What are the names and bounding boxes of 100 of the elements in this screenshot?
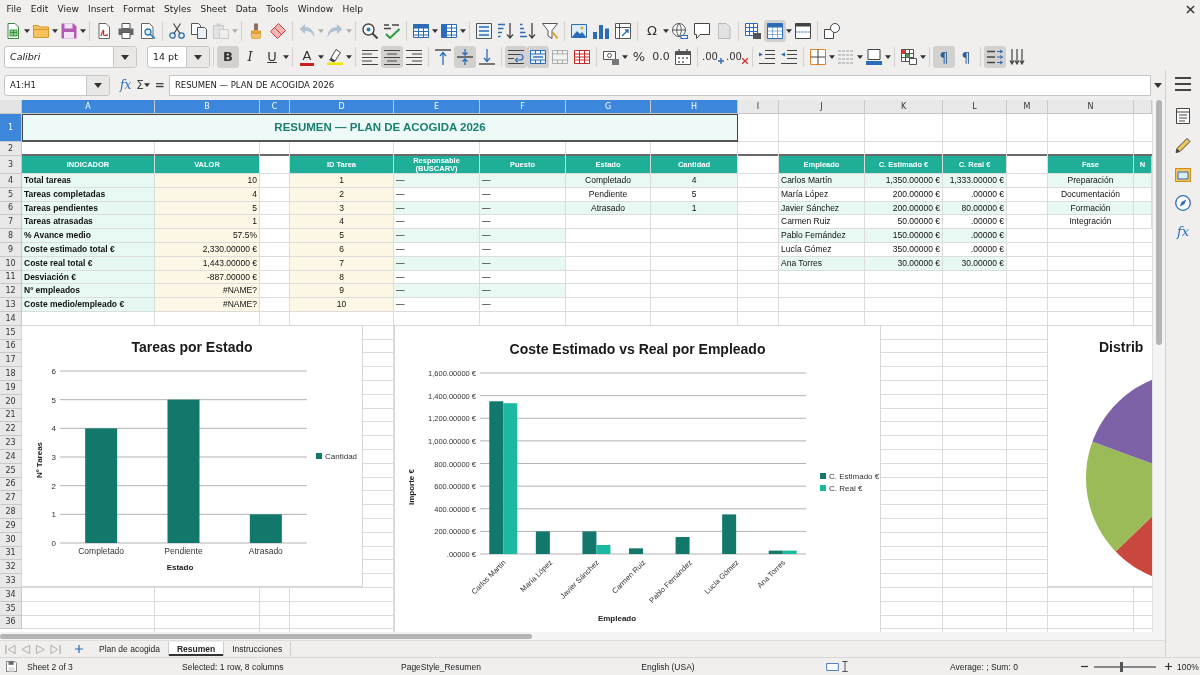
borders-icon[interactable] — [810, 49, 826, 65]
sheet-tab[interactable]: Resumen — [168, 642, 225, 656]
font-size-field[interactable]: 14 pt — [147, 46, 210, 68]
zoom-slider-thumb[interactable] — [1120, 661, 1124, 672]
number-format-button[interactable]: 0.0 — [650, 46, 672, 68]
scrollbar-thumb[interactable] — [0, 633, 532, 639]
caret-icon[interactable] — [143, 83, 150, 87]
dotted-lines-icon[interactable] — [838, 49, 854, 65]
text-cursor-icon[interactable] — [842, 661, 848, 672]
menu-item[interactable]: Data — [231, 2, 262, 16]
caret-icon[interactable] — [432, 29, 438, 33]
picture-folder-icon[interactable] — [1175, 166, 1191, 182]
highlighter-icon[interactable] — [327, 49, 343, 65]
plus-icon[interactable] — [75, 645, 83, 653]
menu-icon[interactable] — [1175, 76, 1191, 92]
pivot-table-icon[interactable] — [615, 23, 631, 39]
scrollbar-thumb[interactable] — [1156, 100, 1162, 345]
document-magnifier-icon[interactable] — [140, 23, 156, 39]
caret-icon[interactable] — [283, 55, 289, 59]
checkmark-icon[interactable] — [384, 23, 400, 39]
dropdown-button[interactable] — [113, 47, 136, 67]
italic-button[interactable]: I — [239, 46, 261, 68]
globe-icon[interactable] — [672, 23, 688, 39]
dropdown-button[interactable] — [86, 75, 109, 95]
dropdown-button[interactable] — [186, 47, 209, 67]
sum-button[interactable]: Σ — [136, 78, 144, 92]
caret-icon[interactable] — [460, 29, 466, 33]
special-character-button[interactable]: Ω — [641, 20, 663, 42]
caret-icon[interactable] — [857, 55, 863, 59]
menu-item[interactable]: Sheet — [195, 2, 232, 16]
caret-icon[interactable] — [80, 29, 86, 33]
speech-bubble-icon[interactable] — [694, 23, 710, 39]
conditional-format-icon[interactable] — [901, 49, 917, 65]
shapes-icon[interactable] — [824, 23, 840, 39]
close-icon[interactable] — [1186, 4, 1195, 14]
banknote-icon[interactable] — [603, 49, 619, 65]
font-name-field[interactable]: Calibri — [4, 46, 137, 68]
caret-icon[interactable] — [885, 55, 891, 59]
zoom-percent[interactable]: 100% — [1177, 661, 1199, 672]
copy-icon[interactable] — [191, 23, 207, 39]
scissors-icon[interactable] — [169, 23, 185, 39]
caret-icon[interactable] — [622, 55, 628, 59]
language-label[interactable]: English (USA) — [641, 661, 695, 672]
funnel-icon[interactable] — [542, 23, 558, 39]
down-arrows-icon[interactable] — [1009, 49, 1025, 65]
caret-icon[interactable] — [346, 55, 352, 59]
menu-item[interactable]: View — [52, 2, 84, 16]
caret-icon[interactable] — [1154, 82, 1162, 88]
caret-icon[interactable] — [318, 55, 324, 59]
color-bar-icon[interactable] — [866, 49, 882, 65]
sort-ascending-icon[interactable] — [498, 23, 514, 39]
eraser-icon[interactable] — [270, 23, 286, 39]
sheet-tab[interactable]: Instrucciones — [224, 642, 292, 656]
percent-button[interactable]: % — [628, 46, 650, 68]
underline-button[interactable]: U — [261, 46, 283, 68]
sheet-tab[interactable]: Plan de acogida — [91, 642, 169, 656]
stacked-text-button[interactable] — [984, 46, 1006, 68]
left-to-right-button[interactable]: ¶ — [933, 46, 955, 68]
pencil-icon[interactable] — [1175, 137, 1191, 153]
properties-icon[interactable] — [1175, 108, 1191, 124]
table-printer-icon[interactable] — [745, 23, 761, 39]
align-top-button[interactable] — [432, 46, 454, 68]
compass-icon[interactable] — [1175, 195, 1191, 211]
formula-input[interactable]: RESUMEN — PLAN DE ACOGIDA 2026 — [168, 74, 1151, 96]
merge-center-button[interactable] — [527, 46, 549, 68]
right-to-left-button[interactable]: ¶ — [955, 46, 977, 68]
bold-button[interactable]: B — [217, 46, 239, 68]
menu-item[interactable]: Tools — [261, 2, 294, 16]
delete-decimal-button[interactable]: .00 — [725, 46, 749, 68]
calendar-icon[interactable] — [675, 49, 691, 65]
align-bottom-button[interactable] — [476, 46, 498, 68]
image-icon[interactable] — [571, 23, 587, 39]
table-rows-icon[interactable] — [413, 23, 429, 39]
menu-item[interactable]: File — [2, 2, 27, 16]
printer-icon[interactable] — [118, 23, 134, 39]
bar-chart-icon[interactable] — [593, 23, 609, 39]
menu-item[interactable]: Window — [293, 2, 338, 16]
menu-item[interactable]: Insert — [83, 2, 119, 16]
caret-icon[interactable] — [24, 29, 30, 33]
wrap-text-button[interactable] — [505, 46, 527, 68]
menu-item[interactable]: Styles — [159, 2, 196, 16]
caret-icon[interactable] — [663, 29, 669, 33]
document-icon[interactable] — [96, 23, 112, 39]
functions-button[interactable]: fx — [1176, 224, 1190, 240]
caret-icon[interactable] — [52, 29, 58, 33]
add-decimal-button[interactable]: .00 — [701, 46, 725, 68]
align-center-button[interactable] — [381, 46, 403, 68]
freeze-panes-button[interactable] — [764, 20, 786, 42]
zoom-in-icon[interactable] — [1165, 663, 1172, 670]
menu-item[interactable]: Edit — [26, 2, 53, 16]
table-grid-icon[interactable] — [574, 49, 590, 65]
align-middle-button[interactable] — [454, 46, 476, 68]
formula-button[interactable]: = — [154, 78, 165, 92]
window-split-icon[interactable] — [795, 23, 811, 39]
menu-item[interactable]: Help — [337, 2, 368, 16]
merge-cells-icon[interactable] — [552, 49, 568, 65]
zoom-out-icon[interactable] — [1081, 663, 1088, 670]
caret-icon[interactable] — [920, 55, 926, 59]
indent-icon[interactable] — [759, 49, 775, 65]
rectangle-icon[interactable] — [826, 662, 839, 671]
